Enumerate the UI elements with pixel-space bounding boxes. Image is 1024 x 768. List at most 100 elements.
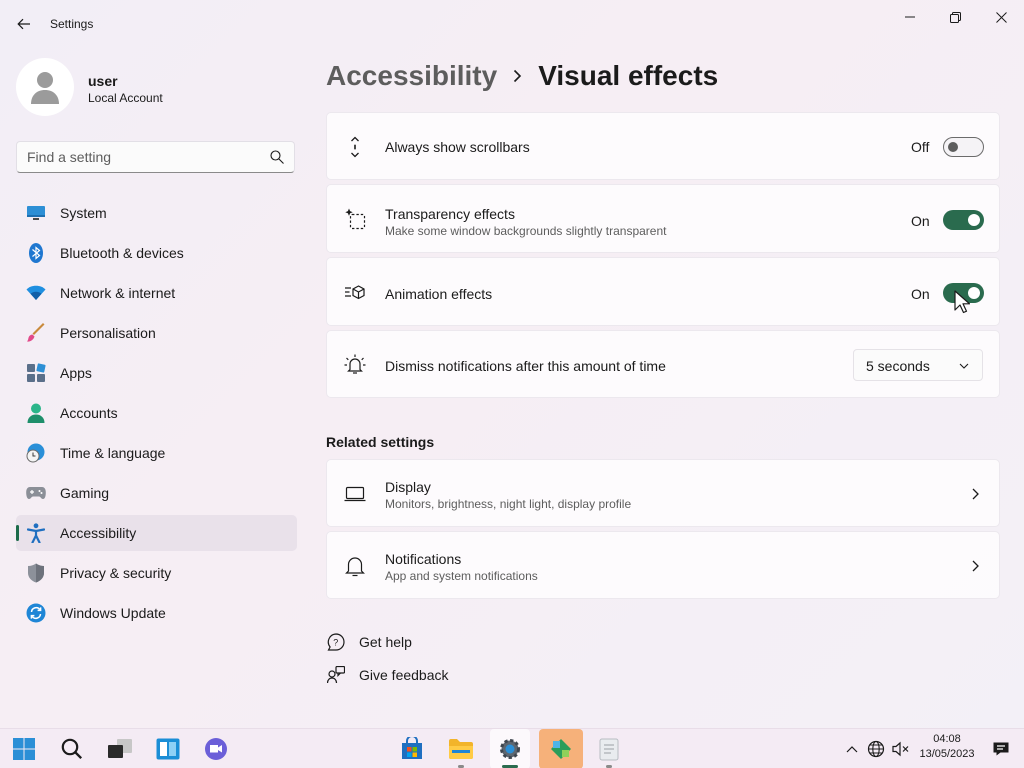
sidebar-item-time-language[interactable]: Time & language <box>16 435 297 471</box>
sidebar-item-label: Apps <box>60 365 92 381</box>
start-button[interactable] <box>4 729 44 768</box>
brush-icon <box>26 323 46 343</box>
gamepad-icon <box>26 483 46 503</box>
avatar <box>16 58 74 116</box>
get-help-label: Get help <box>359 634 412 650</box>
related-item-notifications[interactable]: Notifications App and system notificatio… <box>326 531 1000 599</box>
feedback-icon <box>326 665 346 685</box>
page-title: Visual effects <box>538 60 719 91</box>
setting-title: Transparency effects <box>385 206 515 222</box>
minimize-icon <box>905 16 915 18</box>
sidebar-item-label: Gaming <box>60 485 110 501</box>
gear-icon <box>500 739 520 759</box>
task-view-button[interactable] <box>100 729 140 768</box>
notification-bell-icon <box>343 353 367 377</box>
toggle-knob <box>948 142 958 152</box>
toggle-state-label: On <box>911 213 930 229</box>
search-input[interactable] <box>17 142 257 172</box>
dropdown-selected-value: 5 seconds <box>866 358 930 374</box>
app-grid-icon <box>551 739 571 759</box>
sidebar-item-label: Windows Update <box>60 605 166 621</box>
account-type: Local Account <box>88 91 163 105</box>
settings-search <box>16 141 295 173</box>
search-icon <box>61 738 83 760</box>
related-item-title: Display <box>385 479 431 495</box>
notification-timeout-dropdown[interactable]: 5 seconds <box>853 349 983 381</box>
widgets-button[interactable] <box>148 729 188 768</box>
user-profile[interactable]: user Local Account <box>16 58 296 118</box>
accessibility-icon <box>26 523 46 543</box>
notepad-button[interactable] <box>589 729 629 768</box>
store-icon <box>402 737 422 759</box>
sidebar-item-privacy[interactable]: Privacy & security <box>16 555 297 591</box>
folder-icon <box>449 739 473 759</box>
taskbar-search-button[interactable] <box>52 729 92 768</box>
search-icon[interactable] <box>270 150 284 164</box>
sidebar-nav: System Bluetooth & devices Network & int… <box>16 195 297 635</box>
file-explorer-button[interactable] <box>441 729 481 768</box>
restore-icon <box>949 11 961 23</box>
scrollbars-toggle[interactable] <box>943 137 984 157</box>
setting-card-transparency: Transparency effects Make some window ba… <box>326 184 1000 253</box>
transparency-icon <box>343 207 367 231</box>
sidebar-item-label: Personalisation <box>60 325 156 341</box>
give-feedback-label: Give feedback <box>359 667 449 683</box>
minimize-button[interactable] <box>888 4 932 30</box>
bluetooth-icon <box>26 243 46 263</box>
sidebar-item-label: Time & language <box>60 445 166 461</box>
restore-button[interactable] <box>933 4 977 30</box>
chevron-right-icon <box>972 488 979 500</box>
sidebar-item-personalisation[interactable]: Personalisation <box>16 315 297 351</box>
sidebar-item-label: System <box>60 205 107 221</box>
sidebar-item-system[interactable]: System <box>16 195 297 231</box>
sidebar-item-accessibility[interactable]: Accessibility <box>16 515 297 551</box>
sidebar-item-bluetooth[interactable]: Bluetooth & devices <box>16 235 297 271</box>
transparency-toggle[interactable] <box>943 210 984 230</box>
related-item-display[interactable]: Display Monitors, brightness, night ligh… <box>326 459 1000 527</box>
sidebar-item-gaming[interactable]: Gaming <box>16 475 297 511</box>
get-help-link[interactable]: ? Get help <box>326 630 412 654</box>
sidebar-item-network[interactable]: Network & internet <box>16 275 297 311</box>
teams-chat-button[interactable] <box>196 729 236 768</box>
sidebar-item-apps[interactable]: Apps <box>16 355 297 391</box>
title-bar: Settings <box>0 0 1024 48</box>
apps-icon <box>26 363 46 383</box>
sidebar-item-accounts[interactable]: Accounts <box>16 395 297 431</box>
scrollbar-arrows-icon <box>343 135 367 159</box>
notification-center-icon[interactable] <box>991 739 1011 759</box>
sidebar-item-label: Privacy & security <box>60 565 172 581</box>
microsoft-store-button[interactable] <box>392 729 432 768</box>
taskbar: 04:08 13/05/2023 <box>0 728 1024 768</box>
user-name: user <box>88 73 118 89</box>
give-feedback-link[interactable]: Give feedback <box>326 663 449 687</box>
update-icon <box>26 603 46 623</box>
settings-app-button[interactable] <box>490 729 530 768</box>
svg-text:?: ? <box>333 638 338 648</box>
related-settings-heading: Related settings <box>326 434 435 450</box>
sidebar-item-label: Network & internet <box>60 285 176 301</box>
back-button[interactable] <box>10 10 38 38</box>
network-globe-icon[interactable] <box>866 739 886 759</box>
wifi-icon <box>26 283 46 303</box>
sidebar-item-windows-update[interactable]: Windows Update <box>16 595 297 631</box>
breadcrumb: Accessibility Visual effects <box>326 58 718 94</box>
focused-app-button[interactable] <box>539 729 583 768</box>
chevron-up-icon[interactable] <box>842 739 862 759</box>
app-title: Settings <box>50 17 94 31</box>
toggle-knob <box>968 214 980 226</box>
windows-logo-icon <box>13 738 35 760</box>
volume-muted-icon[interactable] <box>891 739 911 759</box>
laptop-icon <box>343 482 367 506</box>
person-icon <box>26 403 46 423</box>
shield-icon <box>26 563 46 583</box>
system-clock[interactable]: 04:08 13/05/2023 <box>912 733 982 760</box>
close-icon <box>995 11 1007 23</box>
setting-card-animation: Animation effects On <box>326 257 1000 326</box>
sidebar-item-label: Accessibility <box>60 525 137 541</box>
close-button[interactable] <box>979 4 1023 30</box>
toggle-state-label: Off <box>911 139 930 155</box>
user-avatar-icon <box>31 72 59 104</box>
related-item-title: Notifications <box>385 551 462 567</box>
help-chat-icon: ? <box>326 632 346 652</box>
breadcrumb-parent[interactable]: Accessibility <box>326 60 497 92</box>
